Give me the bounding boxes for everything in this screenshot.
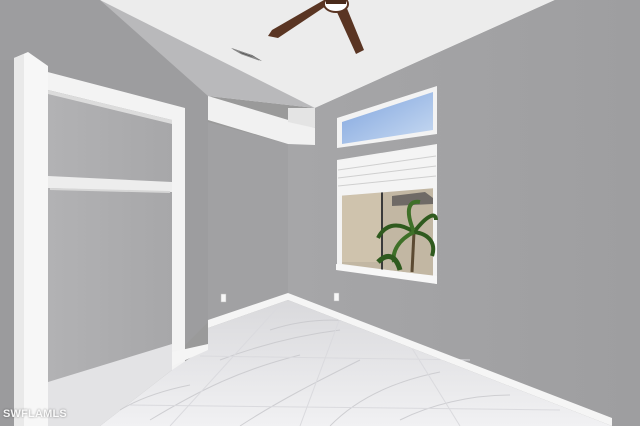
wall-outlet-right bbox=[333, 292, 340, 302]
back-wall bbox=[208, 122, 288, 322]
watermark-text: SWFLAMLS bbox=[3, 408, 67, 420]
fan-motor bbox=[326, 0, 346, 4]
outside-building bbox=[342, 192, 382, 262]
left-wall-lower bbox=[0, 60, 15, 426]
wall-outlet-back bbox=[220, 293, 227, 303]
room-photo bbox=[0, 0, 640, 426]
closet-door-edge bbox=[14, 54, 24, 426]
closet-interior bbox=[48, 92, 172, 382]
